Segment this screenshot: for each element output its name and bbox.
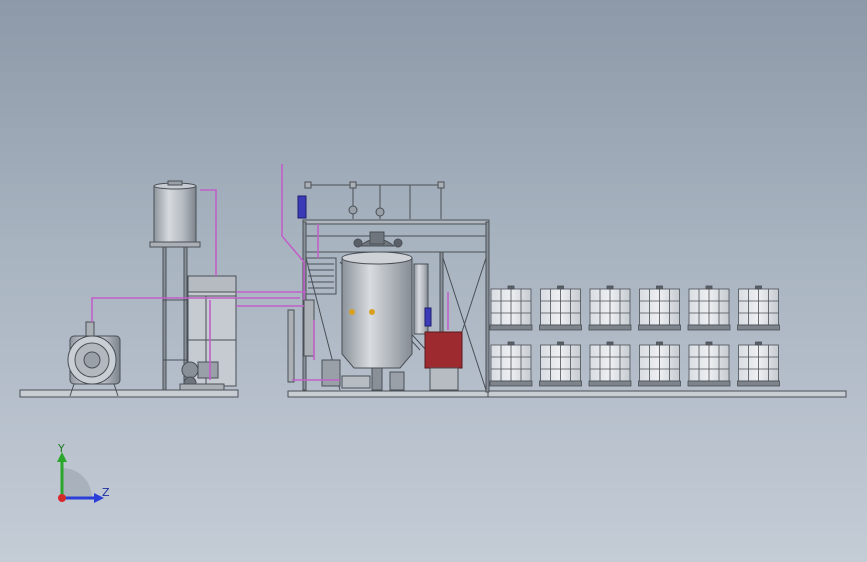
main-base-frame xyxy=(287,390,489,398)
z-axis-label: Z xyxy=(102,486,110,499)
plant-model-drawing[interactable] xyxy=(0,0,867,562)
ibc-tote xyxy=(737,341,780,387)
cooling-cabinet xyxy=(179,275,237,391)
ibc-tote xyxy=(687,341,731,387)
ibc-tote xyxy=(489,285,533,331)
blue-motor-upper xyxy=(297,195,307,219)
ibc-tote-rack xyxy=(489,285,780,387)
ibc-tote xyxy=(588,341,632,387)
left-skid xyxy=(19,180,239,398)
control-panel xyxy=(424,331,463,391)
reactor-tank xyxy=(341,231,413,391)
ibc-tote xyxy=(588,285,632,331)
ibc-tote xyxy=(539,341,582,387)
left-base-frame xyxy=(19,389,239,398)
overhead-piping xyxy=(304,181,445,219)
y-axis-label: Y xyxy=(58,442,65,455)
x-axis-dot xyxy=(58,494,66,502)
ibc-tote xyxy=(539,285,582,331)
blue-motor-lower xyxy=(424,307,432,327)
ibc-tote xyxy=(687,285,731,331)
horizontal-boiler xyxy=(67,321,121,397)
ibc-base-frame xyxy=(487,390,847,398)
ibc-tote xyxy=(638,285,681,331)
ibc-tote xyxy=(489,341,533,387)
cad-viewport[interactable]: Y Z xyxy=(0,0,867,562)
ibc-tote xyxy=(737,285,780,331)
ibc-tote xyxy=(638,341,681,387)
